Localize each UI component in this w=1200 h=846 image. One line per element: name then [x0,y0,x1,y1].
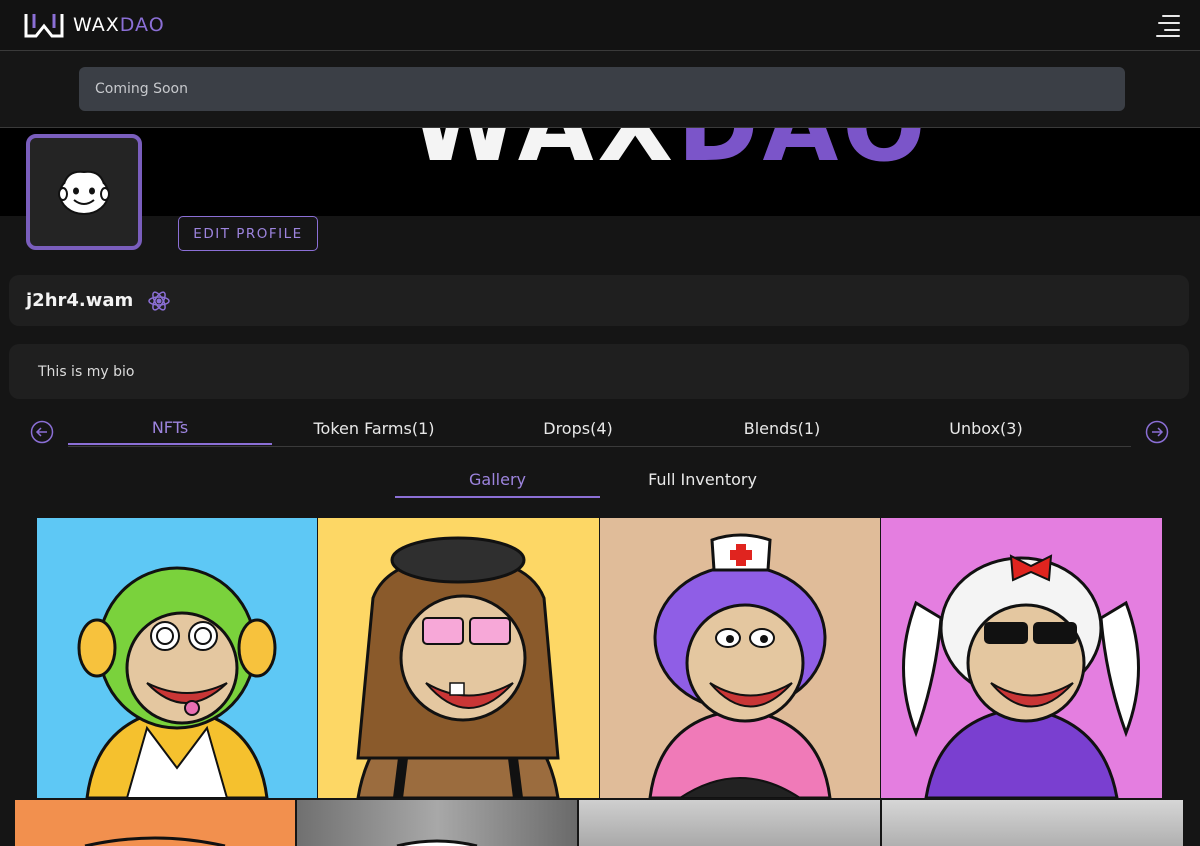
tab-blends[interactable]: Blends(1) [680,412,884,445]
nft-image [37,518,317,798]
nft-card[interactable] [37,518,317,798]
nft-card[interactable] [882,800,1183,846]
nft-image [15,800,295,846]
nft-card[interactable] [15,800,295,846]
nft-card[interactable] [600,518,880,798]
logo-text: WAXDAO [73,14,165,36]
nft-image [579,800,880,846]
tab-drops[interactable]: Drops(4) [476,412,680,445]
tab-full-inventory[interactable]: Full Inventory [600,462,805,496]
bio-card: This is my bio [9,344,1189,399]
nft-image [881,518,1162,798]
nft-card[interactable] [297,800,577,846]
hamburger-menu-icon[interactable] [1154,14,1180,37]
nft-image [882,800,1183,846]
nft-subtabs: Gallery Full Inventory [395,462,805,498]
arrow-right-icon[interactable] [1145,420,1169,444]
tab-nfts[interactable]: NFTs [68,412,272,445]
arrow-left-icon[interactable] [30,420,54,444]
profile-avatar [26,134,142,250]
announcement-field: Coming Soon [79,67,1125,111]
tab-token-farms[interactable]: Token Farms(1) [272,412,476,445]
nft-image [318,518,599,798]
username-card: j2hr4.wam [9,275,1189,326]
username: j2hr4.wam [26,290,134,311]
tab-unbox[interactable]: Unbox(3) [884,412,1088,445]
bio-text: This is my bio [38,363,135,380]
avatar-face-icon [58,170,110,215]
atom-badge-icon [148,290,171,311]
nft-image [600,518,880,798]
nft-card[interactable] [881,518,1162,798]
tab-gallery[interactable]: Gallery [395,462,600,498]
nft-card[interactable] [318,518,599,798]
banner-wordmark: WAXDAO [410,128,930,184]
waxdao-logo-icon [24,14,64,38]
nft-card[interactable] [579,800,880,846]
profile-banner: WAXDAO [0,128,1200,216]
announcement-bar: Coming Soon [0,51,1200,128]
nft-image [297,800,577,846]
top-nav: WAXDAO [0,0,1200,51]
waxdao-logo[interactable]: WAXDAO [24,10,165,40]
edit-profile-button[interactable]: EDIT PROFILE [178,216,318,251]
profile-tabs: NFTs Token Farms(1) Drops(4) Blends(1) U… [68,412,1131,447]
